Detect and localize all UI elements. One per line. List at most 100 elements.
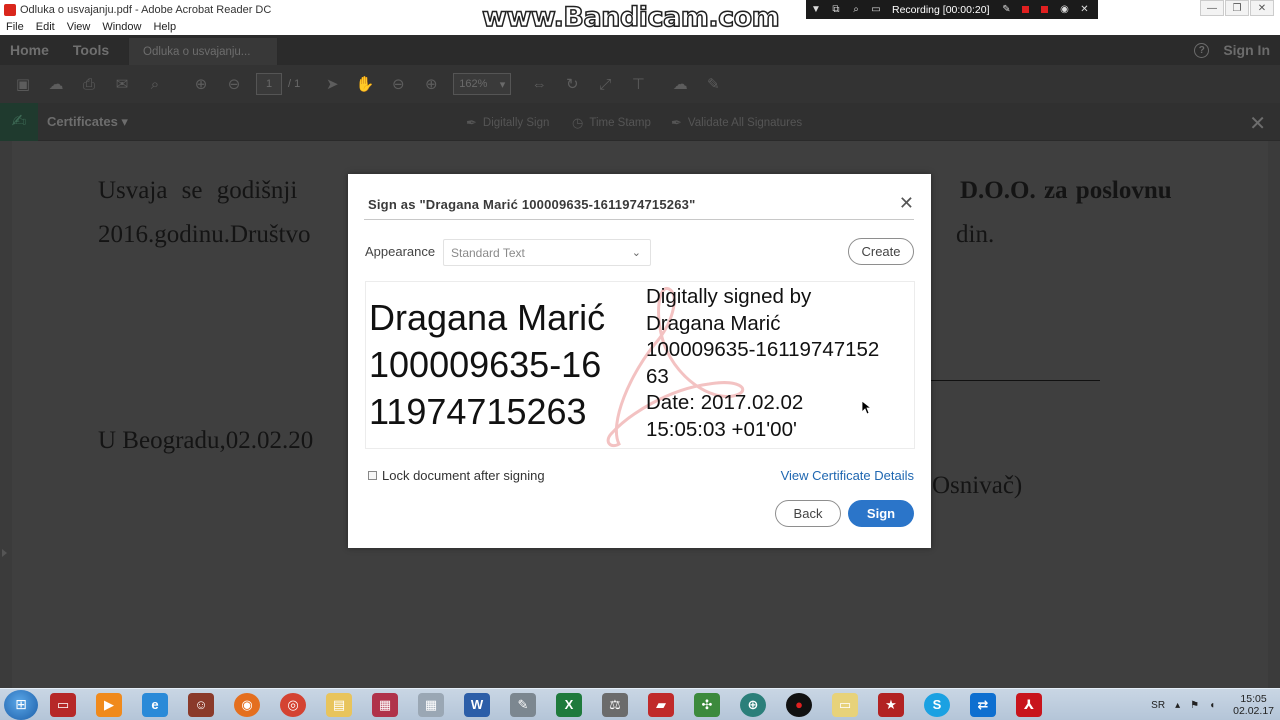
game-app-icon[interactable]: ★ — [870, 690, 912, 720]
pen-icon: ✒ — [671, 115, 682, 130]
zoom-out-icon[interactable]: ⊖ — [388, 74, 408, 94]
menu-file[interactable]: File — [6, 21, 24, 33]
stamp-icon[interactable]: ⊤ — [628, 74, 648, 94]
page-total: / 1 — [288, 78, 301, 90]
pencil-icon[interactable]: ✎ — [999, 4, 1013, 16]
menu-window[interactable]: Window — [102, 21, 141, 33]
winrar-icon[interactable]: ▦ — [364, 690, 406, 720]
zoom-select[interactable]: 162% ▾ — [453, 73, 512, 95]
hand-icon[interactable]: ✋ — [355, 74, 375, 94]
close-icon[interactable]: ✕ — [1077, 4, 1091, 16]
view-certificate-link[interactable]: View Certificate Details — [781, 468, 914, 483]
page-number-input[interactable]: 1 — [256, 73, 282, 95]
preview-name-line: Dragana Marić — [369, 297, 606, 338]
preview-detail-line: Dragana Marić — [646, 311, 781, 335]
create-button[interactable]: Create — [848, 238, 914, 265]
tab-tools[interactable]: Tools — [73, 42, 109, 58]
zoom-in-icon[interactable]: ⊕ — [421, 74, 441, 94]
lock-document-row[interactable]: Lock document after signing — [368, 468, 545, 483]
appearance-select[interactable]: Standard Text ⌄ — [443, 239, 651, 266]
cloud-upload-icon[interactable]: ☁ — [46, 74, 66, 94]
menu-help[interactable]: Help — [153, 21, 176, 33]
region-icon[interactable]: ▭ — [869, 4, 883, 16]
file-explorer-icon[interactable]: ▤ — [318, 690, 360, 720]
pen-icon[interactable]: ✎ — [703, 74, 723, 94]
search-icon[interactable]: ⌕ — [849, 4, 863, 16]
save-icon[interactable]: ▣ — [13, 74, 33, 94]
close-window-button[interactable]: ✕ — [1250, 0, 1274, 16]
lock-document-checkbox[interactable] — [368, 471, 377, 480]
doc-line2-right: din. — [956, 221, 995, 248]
menu-view[interactable]: View — [67, 21, 91, 33]
flag-icon[interactable]: ⚑ — [1190, 700, 1199, 711]
fit-page-icon[interactable]: ⇔ — [529, 74, 549, 94]
start-button[interactable]: ⊞ — [4, 689, 38, 720]
chrome-icon[interactable]: ◎ — [272, 690, 314, 720]
tab-home[interactable]: Home — [10, 42, 49, 58]
folder-app-icon[interactable]: ▭ — [824, 690, 866, 720]
preview-detail-line: 15:05:03 +01'00' — [646, 417, 797, 441]
minimize-button[interactable]: — — [1200, 0, 1224, 16]
page-up-icon[interactable]: ⊕ — [191, 74, 211, 94]
certificate-icon: ✍ — [0, 102, 38, 141]
sign-in-area: ? Sign In — [1194, 42, 1270, 58]
teamviewer-icon[interactable]: ⇄ — [962, 690, 1004, 720]
media-center-icon[interactable]: ▭ — [42, 690, 84, 720]
volume-icon[interactable]: ◖ — [1209, 700, 1215, 711]
excel-icon[interactable]: X — [548, 690, 590, 720]
sign-in-link[interactable]: Sign In — [1223, 42, 1270, 58]
rotate-icon[interactable]: ↻ — [562, 74, 582, 94]
maximize-button[interactable]: ❐ — [1225, 0, 1249, 16]
help-icon[interactable]: ? — [1194, 42, 1210, 58]
calculator-icon[interactable]: ▦ — [410, 690, 452, 720]
stop-icon[interactable] — [1041, 6, 1049, 13]
notepad-tool-icon[interactable]: ✎ — [502, 690, 544, 720]
acrobat-icon[interactable]: ⅄ — [1008, 690, 1050, 720]
back-button[interactable]: Back — [775, 500, 841, 527]
fullscreen-icon[interactable]: ⤢ — [595, 74, 615, 94]
page-down-icon[interactable]: ⊖ — [224, 74, 244, 94]
firefox-icon[interactable]: ◉ — [226, 690, 268, 720]
skype-icon[interactable]: S — [916, 690, 958, 720]
bandicam-watermark: www.Bandicam.com — [481, 1, 780, 34]
network-app-icon[interactable]: ✣ — [686, 690, 728, 720]
app-tabs: Home Tools Odluka o usvajanju... ? Sign … — [0, 35, 1280, 65]
preview-detail-line: 100009635-16119747152 — [646, 338, 880, 361]
pause-icon[interactable] — [1022, 6, 1030, 13]
select-arrow-icon[interactable]: ➤ — [322, 74, 342, 94]
mail-icon[interactable]: ✉ — [112, 74, 132, 94]
sign-button[interactable]: Sign — [848, 500, 914, 527]
close-icon[interactable]: ✕ — [1249, 111, 1266, 136]
word-icon[interactable]: W — [456, 690, 498, 720]
window-icon[interactable]: ⧉ — [829, 4, 843, 16]
clock[interactable]: 15:05 02.02.17 — [1233, 693, 1274, 717]
validate-signatures-tool[interactable]: ✒ Validate All Signatures — [671, 115, 802, 131]
user-app-icon[interactable]: ☺ — [180, 690, 222, 720]
side-panel-toggle-icon[interactable] — [2, 549, 7, 557]
preview-detail-line: Digitally signed by — [646, 285, 812, 308]
internet-explorer-icon[interactable]: e — [134, 690, 176, 720]
red-app-icon[interactable]: ▰ — [640, 690, 682, 720]
close-icon[interactable]: ✕ — [899, 193, 914, 214]
dropdown-icon[interactable]: ▼ — [809, 4, 823, 16]
appearance-value: Standard Text — [451, 245, 525, 260]
dialog-divider — [364, 219, 914, 220]
language-indicator[interactable]: SR — [1151, 700, 1165, 711]
preview-name-line: 11974715263 — [369, 391, 587, 432]
comment-icon[interactable]: ☁ — [670, 74, 690, 94]
media-player-icon[interactable]: ▶ — [88, 690, 130, 720]
digitally-sign-tool[interactable]: ✒ Digitally Sign — [466, 115, 549, 131]
print-icon[interactable]: ⎙ — [79, 74, 99, 94]
chevron-down-icon: ⌄ — [631, 247, 641, 259]
camera-icon[interactable]: ◉ — [1057, 4, 1071, 16]
globe-app-icon[interactable]: ⊕ — [732, 690, 774, 720]
search-icon[interactable]: ⌕ — [145, 74, 165, 94]
tab-document[interactable]: Odluka o usvajanju... — [128, 38, 278, 65]
time-stamp-tool[interactable]: ◷ Time Stamp — [572, 115, 651, 131]
scales-app-icon[interactable]: ⚖ — [594, 690, 636, 720]
main-toolbar: ▣ ☁ ⎙ ✉ ⌕ ⊕ ⊖ 1 / 1 ➤ ✋ ⊖ ⊕ 162% ▾ ⇔ ↻ ⤢ … — [0, 65, 1280, 103]
certificates-dropdown[interactable]: Certificates ▾ — [47, 114, 128, 130]
chevron-up-icon[interactable]: ▴ — [1175, 700, 1180, 711]
record-app-icon[interactable]: ● — [778, 690, 820, 720]
menu-edit[interactable]: Edit — [36, 21, 55, 33]
